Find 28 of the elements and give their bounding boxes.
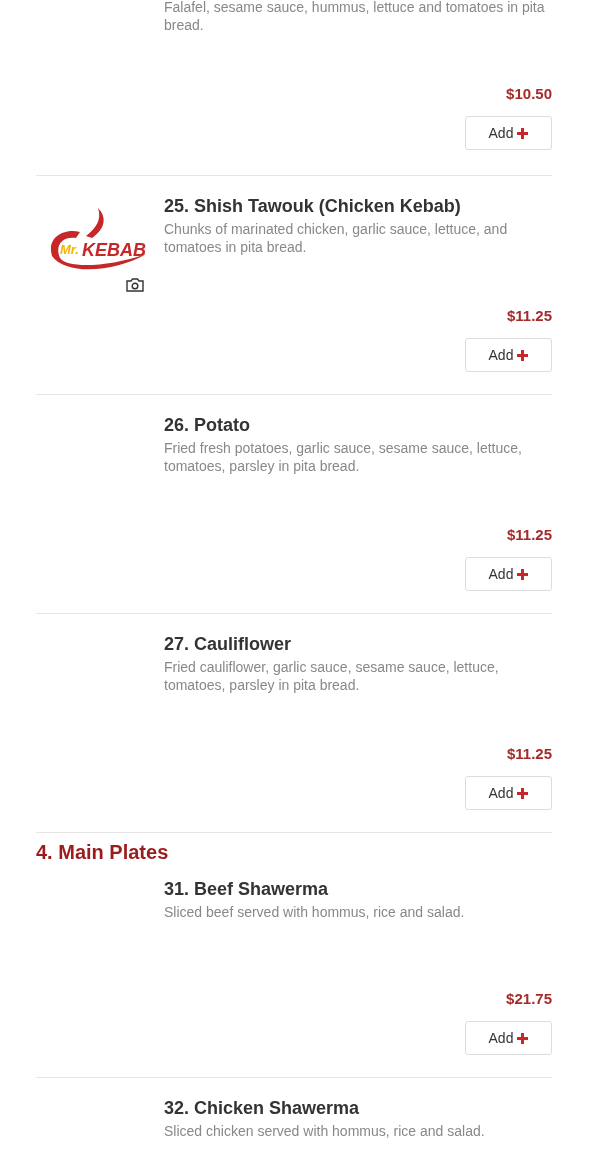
item-price: $11.25 bbox=[506, 745, 552, 762]
item-description: Falafel, sesame sauce, hummus, lettuce and tomatoes in pita bread. bbox=[164, 0, 546, 34]
item-description: Chunks of marinated chicken, garlic sauce, lettuce, and tomatoes in pita bread. bbox=[164, 220, 509, 256]
item-price: $11.25 bbox=[506, 307, 552, 324]
add-button[interactable]: Add bbox=[465, 1021, 552, 1055]
item-title: 27. Cauliflower bbox=[164, 633, 293, 656]
item-price: $10.50 bbox=[506, 85, 552, 102]
add-button[interactable]: Add bbox=[465, 116, 552, 150]
item-title: 26. Potato bbox=[164, 414, 252, 437]
add-button[interactable]: Add bbox=[465, 557, 552, 591]
section-heading: 4. Main Plates bbox=[36, 841, 170, 863]
item-description: Fried fresh potatoes, garlic sauce, sesame sauce, lettuce, tomatoes, parsley in pita bread. bbox=[164, 439, 523, 475]
item-description: Sliced chicken served with hommus, rice and salad. bbox=[164, 1122, 486, 1140]
plus-icon bbox=[517, 1032, 529, 1044]
camera-icon[interactable] bbox=[126, 278, 144, 292]
item-description: Fried cauliflower, garlic sauce, sesame sauce, lettuce, tomatoes, parsley in pita bread. bbox=[164, 658, 500, 694]
item-title: 25. Shish Tawouk (Chicken Kebab) bbox=[164, 195, 462, 218]
item-title: 32. Chicken Shawerma bbox=[164, 1097, 361, 1120]
item-price: $11.25 bbox=[506, 526, 552, 543]
plus-icon bbox=[517, 127, 529, 139]
plus-icon bbox=[517, 568, 529, 580]
item-price: $21.75 bbox=[506, 990, 552, 1007]
item-title: 31. Beef Shawerma bbox=[164, 878, 330, 901]
plus-icon bbox=[517, 349, 529, 361]
plus-icon bbox=[517, 787, 529, 799]
add-button[interactable]: Add bbox=[465, 338, 552, 372]
item-description: Sliced beef served with hommus, rice and salad. bbox=[164, 903, 466, 921]
add-button[interactable]: Add bbox=[465, 776, 552, 810]
